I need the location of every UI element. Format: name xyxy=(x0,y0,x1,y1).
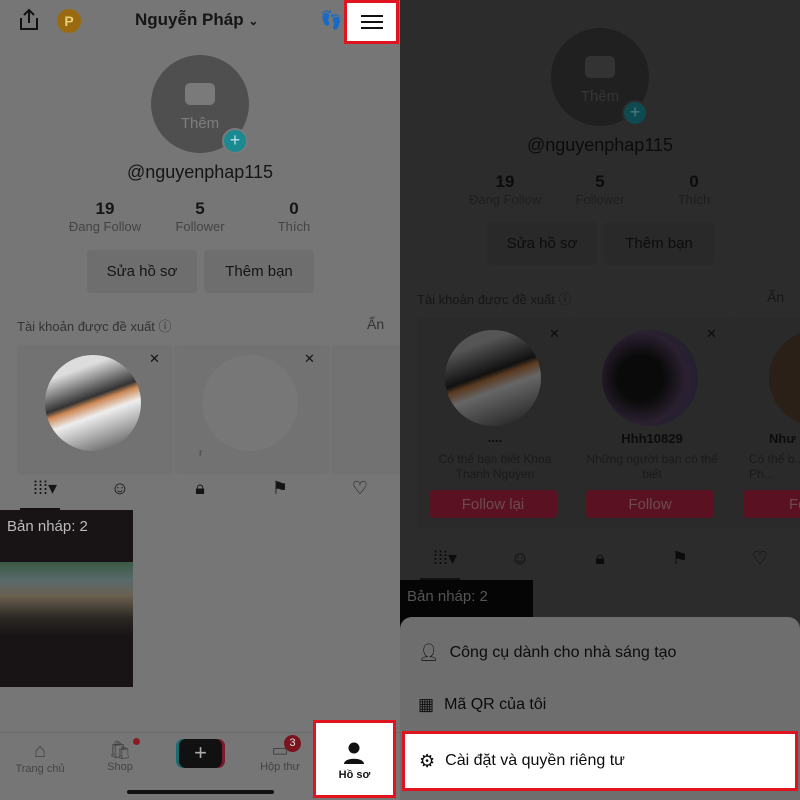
info-icon: ⓘ xyxy=(558,292,572,307)
suggested-card[interactable]: Như Có thể b... Ph... Fo xyxy=(731,318,800,528)
profile-icon xyxy=(344,742,364,764)
stat-following[interactable]: 19 Đang Follow xyxy=(55,199,155,234)
footprint-icon[interactable]: 👣 xyxy=(320,10,342,31)
drafts-label: Bản nháp: 2 xyxy=(7,518,88,535)
suggested-name: .... xyxy=(487,430,503,445)
close-icon[interactable]: ✕ xyxy=(549,326,560,342)
follow-button[interactable]: Follow xyxy=(586,490,714,518)
menu-item-creator-tools[interactable]: 👤︎ Công cụ dành cho nhà sáng tạo xyxy=(400,627,800,679)
drafts-tile[interactable]: Bản nháp: 2 xyxy=(0,510,133,687)
suggested-card[interactable] xyxy=(331,345,400,475)
inbox-icon: ▭ xyxy=(271,740,289,760)
suggested-card[interactable]: ✕ xyxy=(174,345,330,475)
suggested-avatar xyxy=(445,330,541,426)
add-avatar-button[interactable]: + xyxy=(622,100,648,126)
edit-profile-button[interactable]: Sửa hồ sơ xyxy=(87,250,197,293)
stat-followers[interactable]: 5 Follower xyxy=(550,172,650,207)
bookmark-icon[interactable]: ⚑ xyxy=(268,478,292,502)
suggested-title: Tài khoản được đề xuất ⓘ xyxy=(417,292,572,307)
shop-dot xyxy=(133,738,140,745)
camera-icon xyxy=(585,56,615,78)
profile-screen-with-menu: Thêm + @nguyenphap115 19 Đang Follow 5 Fol… xyxy=(400,0,800,800)
account-switcher[interactable]: Nguyễn Pháp ⌄ xyxy=(135,10,258,30)
nav-profile[interactable]: Hồ sơ xyxy=(313,720,396,798)
suggested-avatar xyxy=(602,330,698,426)
hamburger-icon xyxy=(360,15,383,29)
drafts-label: Bản nháp: 2 xyxy=(407,588,488,605)
stat-following[interactable]: 19 Đang Follow xyxy=(455,172,555,207)
add-friend-button[interactable]: Thêm bạn xyxy=(204,250,314,293)
liked-icon[interactable]: ♡ xyxy=(748,548,772,572)
sticker-icon[interactable]: ☺ xyxy=(508,548,532,572)
chevron-down-icon: ⌄ xyxy=(248,14,259,28)
lock-icon[interactable]: 🔒︎ xyxy=(188,478,212,502)
sticker-icon[interactable]: ☺ xyxy=(108,478,132,502)
create-button[interactable]: + xyxy=(179,739,222,768)
coin-badge[interactable]: P xyxy=(57,9,81,33)
share-icon[interactable] xyxy=(18,8,40,32)
lock-icon[interactable]: 🔒︎ xyxy=(588,548,612,572)
close-icon[interactable]: ✕ xyxy=(706,326,717,342)
stat-likes[interactable]: 0 Thích xyxy=(644,172,744,207)
gear-icon: ⚙ xyxy=(419,750,436,771)
suggested-name: Như xyxy=(769,431,796,446)
suggested-card[interactable]: ✕ Hhh10829 Những người bạn có thể biết F… xyxy=(574,318,730,528)
suggested-card[interactable]: ✕ xyxy=(17,345,173,475)
edit-profile-button[interactable]: Sửa hồ sơ xyxy=(487,222,597,265)
close-icon[interactable]: ✕ xyxy=(149,351,160,367)
home-indicator xyxy=(127,790,274,794)
suggested-avatar xyxy=(202,355,298,451)
bookmark-icon[interactable]: ⚑ xyxy=(668,548,692,572)
suggested-subtitle: Những người bạn có thể biết xyxy=(586,452,718,481)
home-icon: ⌂ xyxy=(33,740,47,762)
inbox-badge: 3 xyxy=(284,735,301,752)
username: @nguyenphap115 xyxy=(126,162,274,182)
nav-home[interactable]: ⌂ Trang chủ xyxy=(10,740,70,775)
menu-item-settings-privacy[interactable]: ⚙ Cài đặt và quyền riêng tư xyxy=(402,731,798,791)
nav-inbox[interactable]: ▭ Hộp thư xyxy=(250,740,310,773)
close-icon[interactable]: ✕ xyxy=(304,351,315,367)
profile-screen: P Nguyễn Pháp ⌄ 👣 Thêm + @nguyenphap115 … xyxy=(0,0,400,800)
suggested-title: Tài khoản được đề xuất ⓘ xyxy=(17,319,172,334)
bottom-sheet-menu: 👤︎ Công cụ dành cho nhà sáng tạo ▦ Mã QR c… xyxy=(400,617,800,800)
plus-icon: + xyxy=(194,740,207,765)
suggested-subtitle: Có thể b... Ph... xyxy=(749,452,800,481)
suggested-subtitle: Có thể bạn biết Khoa Thanh Nguyen xyxy=(438,452,552,481)
menu-button[interactable] xyxy=(344,0,399,44)
add-friend-button[interactable]: Thêm bạn xyxy=(604,222,714,265)
creator-tools-icon: 👤︎ xyxy=(418,643,440,662)
draft-thumbnail xyxy=(0,562,133,637)
suggested-avatar xyxy=(45,355,141,451)
suggested-name: Hhh10829 xyxy=(621,431,683,446)
hide-suggested-link[interactable]: Ẩn xyxy=(767,289,784,305)
nav-profile-label: Hồ sơ xyxy=(338,769,371,781)
qr-code-icon: ▦ xyxy=(418,695,435,714)
hide-suggested-link[interactable]: Ẩn xyxy=(367,316,384,332)
stat-likes[interactable]: 0 Thích xyxy=(244,199,344,234)
stray-text: r xyxy=(199,448,203,459)
menu-item-qr-code[interactable]: ▦ Mã QR của tôi xyxy=(400,679,800,731)
liked-icon[interactable]: ♡ xyxy=(348,478,372,502)
username: @nguyenphap115 xyxy=(526,135,674,155)
camera-icon xyxy=(185,83,215,105)
nav-shop[interactable]: 🛍︎ Shop xyxy=(90,740,150,773)
info-icon: ⓘ xyxy=(158,319,172,334)
videos-grid-tab[interactable]: ⁞⁞⁞▾ xyxy=(428,548,462,572)
follow-button[interactable]: Fo xyxy=(743,490,800,518)
shop-icon: 🛍︎ xyxy=(108,740,132,760)
suggested-avatar xyxy=(769,330,800,426)
suggested-card[interactable]: ✕ .... Có thể bạn biết Khoa Thanh Nguyen… xyxy=(417,318,573,528)
account-name: Nguyễn Pháp xyxy=(135,10,244,29)
add-avatar-button[interactable]: + xyxy=(222,128,248,154)
videos-grid-tab[interactable]: ⁞⁞⁞▾ xyxy=(28,478,62,502)
follow-back-button[interactable]: Follow lại xyxy=(429,490,557,518)
stat-followers[interactable]: 5 Follower xyxy=(150,199,250,234)
